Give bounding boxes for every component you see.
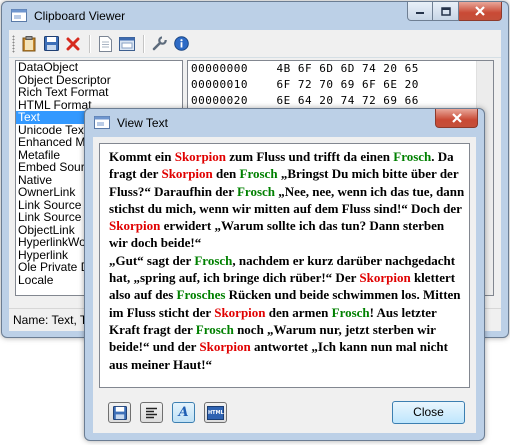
close-button[interactable]: Close — [392, 401, 465, 424]
highlight-frosch: Frosch — [236, 183, 276, 199]
view-window-button[interactable] — [117, 33, 137, 55]
about-button[interactable] — [171, 33, 191, 55]
hex-row: 00000000 4B 6F 6D 6D 74 20 65 — [191, 62, 419, 75]
maximize-icon — [440, 6, 451, 16]
dialog-close-x-button[interactable] — [435, 109, 478, 128]
delete-icon — [66, 37, 80, 50]
save-text-button[interactable] — [108, 402, 131, 423]
close-icon — [475, 6, 485, 16]
text-segment: den — [212, 166, 240, 182]
html-button[interactable]: HTML — [204, 402, 227, 423]
text-content-box[interactable]: Kommt ein Skorpion zum Fluss und trifft … — [99, 143, 470, 388]
text-segment: „Gut“ sagt der — [109, 252, 195, 268]
close-window-button[interactable] — [459, 2, 502, 21]
html-icon: HTML — [207, 405, 224, 420]
dialog-client-area: Kommt ein Skorpion zum Fluss und trifft … — [93, 137, 476, 433]
status-text: Name: Text, T — [13, 313, 88, 327]
app-icon — [94, 116, 110, 129]
minimize-button[interactable] — [407, 2, 433, 21]
highlight-frosch: Frosches — [176, 287, 226, 303]
align-left-button[interactable] — [140, 402, 163, 423]
highlight-skorpion: Skorpion — [199, 339, 251, 355]
info-icon — [173, 36, 189, 51]
format-list-item[interactable]: Rich Text Format — [16, 86, 182, 99]
wrench-icon — [152, 36, 167, 51]
settings-button[interactable] — [149, 33, 169, 55]
document-icon — [98, 35, 112, 52]
view-text-dialog: View Text Kommt ein Skorpion zum Fluss u… — [84, 108, 485, 441]
toolbar-separator — [89, 34, 91, 53]
main-window-title: Clipboard Viewer — [34, 9, 126, 23]
text-segment: zum Fluss und trifft da einen — [226, 149, 394, 164]
highlight-skorpion: Skorpion — [359, 270, 411, 286]
align-left-icon — [146, 407, 157, 418]
highlight-skorpion: Skorpion — [109, 218, 161, 234]
highlight-frosch: Frosch — [331, 304, 370, 320]
toolbar-separator — [143, 34, 145, 53]
font-icon: A — [178, 405, 189, 420]
highlight-skorpion: Skorpion — [174, 149, 227, 164]
hex-row: 00000010 6F 72 70 69 6F 6E 20 — [191, 78, 419, 91]
dialog-titlebar[interactable]: View Text — [85, 109, 484, 137]
maximize-button[interactable] — [433, 2, 459, 21]
save-icon — [112, 405, 127, 420]
text-segment: den armen — [265, 304, 332, 320]
toolbar-grip[interactable] — [12, 34, 15, 53]
highlight-frosch: Frosch — [393, 149, 432, 164]
copy-to-clipboard-button[interactable] — [19, 33, 39, 55]
dialog-title: View Text — [117, 116, 168, 130]
text-segment: Kommt ein — [109, 149, 175, 164]
hex-row: 00000020 6E 64 20 74 72 69 66 — [191, 94, 419, 107]
font-button[interactable]: A — [172, 402, 195, 423]
highlight-frosch: Frosch — [195, 321, 234, 337]
minimize-icon — [416, 12, 424, 14]
delete-button[interactable] — [63, 33, 83, 55]
hex-rows: 00000000 4B 6F 6D 6D 74 20 65 00000010 6F… — [188, 61, 493, 109]
window-icon — [119, 36, 135, 51]
clipboard-icon — [22, 35, 36, 51]
app-icon — [11, 9, 27, 22]
view-document-button[interactable] — [95, 33, 115, 55]
highlight-skorpion: Skorpion — [214, 304, 266, 320]
main-titlebar[interactable]: Clipboard Viewer — [2, 2, 508, 30]
highlight-frosch: Frosch — [194, 252, 233, 268]
save-icon — [43, 36, 59, 51]
format-list-item[interactable]: DataObject — [16, 61, 182, 74]
save-button[interactable] — [41, 33, 61, 55]
highlight-frosch: Frosch — [239, 166, 278, 182]
highlight-skorpion: Skorpion — [161, 166, 213, 182]
close-icon — [451, 113, 462, 123]
text-segment: erwidert „Warum sollte ich das tun? Dann… — [109, 218, 445, 251]
toolbar — [9, 30, 501, 58]
